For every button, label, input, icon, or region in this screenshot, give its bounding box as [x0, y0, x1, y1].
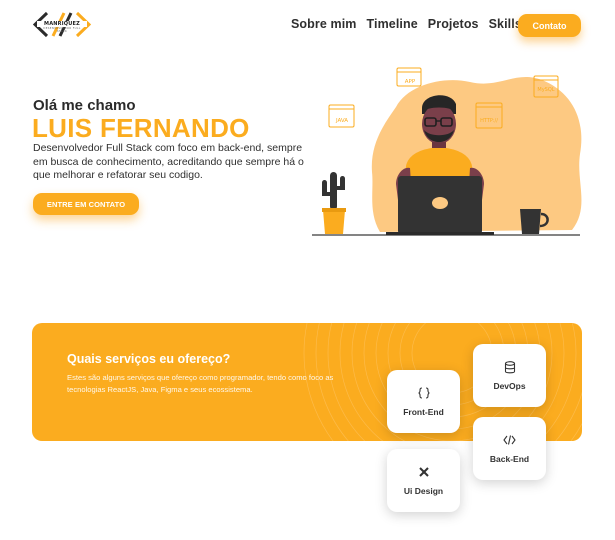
developer-illustration: APP MySQL JAVA HTTP:// — [312, 67, 582, 236]
service-card-devops[interactable]: DevOps — [473, 344, 546, 407]
services-title: Quais serviços eu ofereço? — [67, 352, 231, 366]
service-card-back-end[interactable]: Back-End — [473, 417, 546, 480]
service-card-label: Front-End — [403, 407, 444, 417]
nav-sobre-mim[interactable]: Sobre mim — [291, 17, 357, 31]
service-card-label: Back-End — [489, 454, 530, 464]
nav-timeline[interactable]: Timeline — [367, 17, 418, 31]
nav-skills[interactable]: Skills — [489, 17, 522, 31]
site-logo[interactable]: MANRIQUEZ DESENVOLVEDOR FULL STACK — [33, 11, 91, 38]
service-card-front-end[interactable]: Front-End — [387, 370, 460, 433]
contact-button[interactable]: Contato — [518, 14, 581, 37]
service-card-ui-design[interactable]: Ui Design — [387, 449, 460, 512]
contact-cta-button[interactable]: ENTRE EM CONTATO — [33, 193, 139, 215]
nav-projetos[interactable]: Projetos — [428, 17, 479, 31]
code-braces-icon — [417, 386, 431, 400]
java-tag-label: JAVA — [335, 118, 348, 124]
laptop — [386, 176, 494, 235]
code-tag-icon — [503, 433, 517, 447]
service-card-label: Ui Design — [403, 486, 444, 496]
service-card-label: DevOps — [493, 381, 526, 391]
app-tag-label: APP — [405, 79, 416, 85]
hero-name: LUIS FERNANDO — [32, 113, 250, 143]
database-icon — [503, 360, 517, 374]
hero-description: Desenvolvedor Full Stack com foco em bac… — [33, 142, 304, 181]
logo-tagline: DESENVOLVEDOR FULL STACK — [43, 27, 81, 33]
cactus-plant — [322, 172, 346, 234]
services-description: Estes são alguns serviços que ofereço co… — [67, 373, 334, 394]
hero-greeting: Olá me chamo — [33, 97, 136, 114]
main-nav: Sobre mim Timeline Projetos Skills — [291, 17, 522, 31]
design-tools-icon — [417, 465, 431, 479]
mysql-tag-label: MySQL — [537, 87, 554, 93]
http-tag-label: HTTP:// — [480, 118, 498, 124]
